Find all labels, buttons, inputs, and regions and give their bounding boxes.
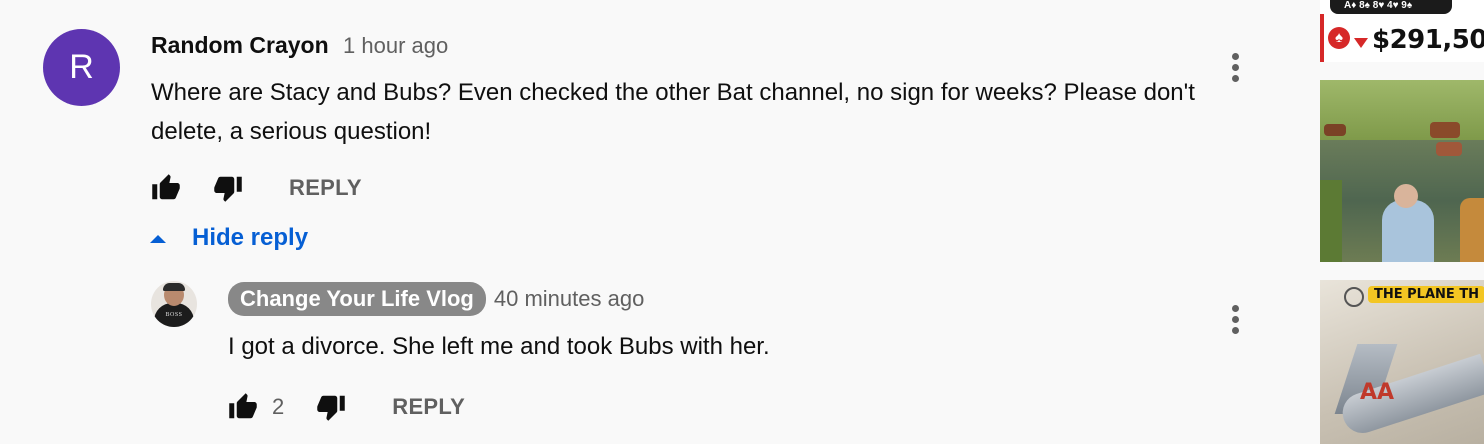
poker-cards-text: A♦ 8♠ 8♥ 4♥ 9♠ [1344, 0, 1413, 11]
like-button[interactable] [151, 172, 181, 204]
cow-shape [1460, 198, 1484, 262]
reply-like-count: 2 [272, 394, 285, 419]
reply-like-button[interactable] [228, 391, 258, 423]
thumbs-up-icon [152, 174, 180, 200]
channel-owner-badge[interactable]: Change Your Life Vlog [228, 282, 486, 316]
avatar-shirt-text: BOSS [165, 312, 183, 318]
channel-badge-icon [1344, 287, 1364, 307]
cow-shape [1436, 142, 1462, 156]
more-vert-icon [1231, 304, 1239, 312]
comment-more-actions-button[interactable] [1224, 47, 1246, 87]
reply-more-actions-button[interactable] [1224, 299, 1246, 339]
dislike-button[interactable] [213, 172, 243, 204]
thumbs-up-icon [229, 393, 257, 419]
comment-text: Where are Stacy and Bubs? Even checked t… [151, 79, 1195, 145]
reply-author-avatar[interactable]: BOSS [151, 281, 197, 327]
thumbs-down-icon [317, 395, 345, 421]
hide-reply-label: Hide reply [192, 224, 309, 251]
poker-cards-strip: A♦ 8♠ 8♥ 4♥ 9♠ [1330, 0, 1452, 14]
poker-amount: $291,50 [1372, 25, 1484, 55]
comment-author[interactable]: Random Crayon [151, 32, 329, 58]
reply-text: I got a divorce. She left me and took Bu… [228, 333, 770, 360]
related-videos-sidebar: A♦ 8♠ 8♥ 4♥ 9♠ ♠ $291,50 THE PLANE TH AA [1320, 0, 1484, 444]
caret-up-icon [150, 234, 166, 243]
reply-time[interactable]: 40 minutes ago [494, 286, 644, 312]
spade-icon: ♠ [1328, 27, 1350, 49]
avatar-letter: R [69, 48, 94, 86]
thumbs-down-icon [214, 176, 242, 202]
down-arrow-icon [1354, 38, 1368, 48]
related-video-thumbnail-plane[interactable]: THE PLANE TH AA [1320, 280, 1484, 444]
more-vert-icon [1231, 52, 1239, 60]
cow-shape [1324, 124, 1346, 136]
reply-action-bar: 2 REPLY [228, 391, 465, 423]
comment-time[interactable]: 1 hour ago [343, 33, 448, 58]
plane-video-banner: THE PLANE TH [1368, 286, 1484, 303]
comment-thread: R Random Crayon 1 hour ago Where are Sta… [0, 0, 1300, 444]
person-shape [1382, 200, 1434, 262]
reply-reply-button[interactable]: REPLY [392, 394, 465, 420]
reply-dislike-button[interactable] [316, 391, 346, 423]
related-video-thumbnail-poker[interactable]: A♦ 8♠ 8♥ 4♥ 9♠ ♠ $291,50 [1320, 0, 1484, 62]
airline-logo: AA [1360, 380, 1395, 405]
reply-header: Change Your Life Vlog 40 minutes ago [228, 282, 644, 316]
author-avatar[interactable]: R [43, 29, 120, 106]
comment-action-bar: REPLY [151, 172, 362, 204]
comment-header: Random Crayon 1 hour ago [151, 32, 448, 59]
hide-replies-toggle[interactable]: Hide reply [150, 224, 308, 252]
reply-button[interactable]: REPLY [289, 175, 362, 201]
cow-shape [1430, 122, 1460, 138]
related-video-thumbnail-cows[interactable] [1320, 80, 1484, 262]
